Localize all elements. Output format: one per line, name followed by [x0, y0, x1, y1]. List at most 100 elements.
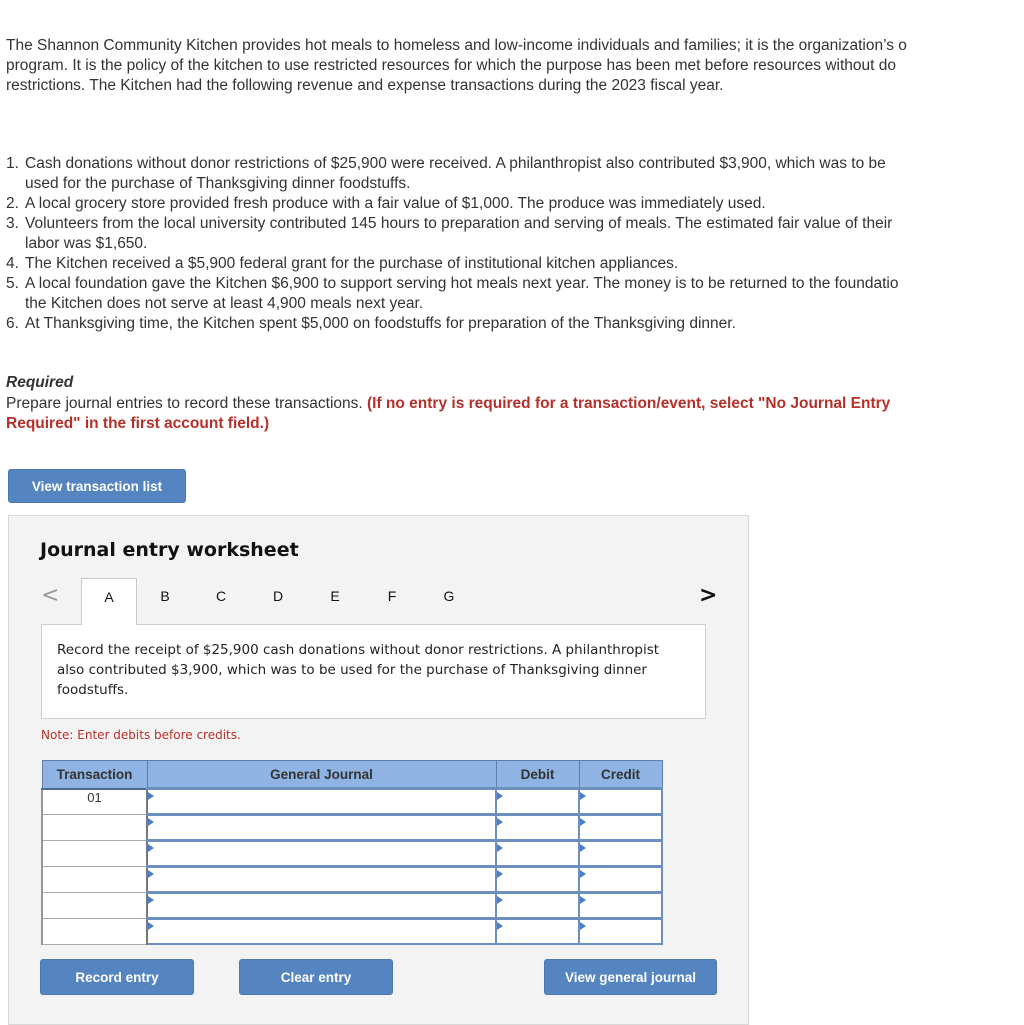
account-input[interactable] [148, 790, 495, 813]
item-text: A local grocery store provided fresh pro… [25, 195, 766, 212]
debit-field[interactable] [495, 891, 580, 920]
record-entry-button[interactable]: Record entry [40, 959, 194, 995]
account-input[interactable] [148, 816, 495, 839]
header-transaction: Transaction [41, 760, 148, 790]
intro-line: The Shannon Community Kitchen provides h… [6, 37, 907, 54]
transaction-number [41, 892, 148, 919]
credit-field[interactable] [578, 891, 663, 920]
tab-c[interactable]: C [193, 578, 249, 624]
account-field[interactable] [146, 839, 497, 868]
tab-g[interactable]: G [421, 578, 477, 624]
account-field[interactable] [146, 917, 497, 945]
clear-entry-button[interactable]: Clear entry [239, 959, 393, 995]
credit-input[interactable] [580, 790, 661, 813]
chevron-left-icon[interactable]: < [41, 583, 59, 608]
transaction-item: 2. A local grocery store provided fresh p… [6, 194, 1024, 214]
credit-field[interactable] [578, 787, 663, 816]
credit-field[interactable] [578, 839, 663, 868]
transaction-item: 1. Cash donations without donor restricti… [6, 154, 1024, 194]
dropdown-flag-icon [148, 896, 154, 904]
tab-b[interactable]: B [137, 578, 193, 624]
flag-icon [497, 818, 503, 826]
item-text: labor was $1,650. [25, 235, 148, 252]
transaction-item: 4. The Kitchen received a $5,900 federal … [6, 254, 1024, 274]
table-row [41, 839, 663, 868]
table-row [41, 917, 663, 945]
credit-input[interactable] [580, 920, 661, 943]
journal-entry-worksheet: Journal entry worksheet < A B C D E F G … [8, 515, 749, 1025]
worksheet-title: Journal entry worksheet [40, 539, 299, 561]
dropdown-flag-icon [148, 870, 154, 878]
intro-line: program. It is the policy of the kitchen… [6, 57, 896, 74]
credit-field[interactable] [578, 917, 663, 945]
entry-description: Record the receipt of $25,900 cash donat… [41, 624, 706, 719]
flag-icon [497, 792, 503, 800]
dropdown-flag-icon [148, 844, 154, 852]
dropdown-flag-icon [148, 818, 154, 826]
debit-field[interactable] [495, 813, 580, 842]
account-field[interactable] [146, 813, 497, 842]
flag-icon [497, 844, 503, 852]
tab-f[interactable]: F [364, 578, 420, 624]
required-note: Required" in the first account field.) [6, 415, 270, 432]
account-input[interactable] [148, 868, 495, 891]
debit-credit-note: Note: Enter debits before credits. [41, 728, 241, 742]
debit-input[interactable] [497, 842, 578, 865]
transaction-number [41, 918, 148, 945]
account-input[interactable] [148, 894, 495, 917]
item-text: The Kitchen received a $5,900 federal gr… [25, 255, 679, 272]
item-text: A local foundation gave the Kitchen $6,9… [25, 275, 899, 292]
credit-field[interactable] [578, 813, 663, 842]
item-number: 3. [6, 215, 19, 232]
flag-icon [497, 896, 503, 904]
credit-input[interactable] [580, 894, 661, 917]
flag-icon [580, 870, 586, 878]
transaction-number [41, 814, 148, 841]
credit-input[interactable] [580, 842, 661, 865]
flag-icon [580, 844, 586, 852]
item-number: 4. [6, 255, 19, 272]
debit-field[interactable] [495, 787, 580, 816]
item-text: used for the purchase of Thanksgiving di… [25, 175, 411, 192]
item-number: 6. [6, 315, 19, 332]
credit-field[interactable] [578, 865, 663, 894]
item-text: Volunteers from the local university con… [25, 215, 893, 232]
problem-intro: The Shannon Community Kitchen provides h… [6, 36, 1024, 96]
debit-input[interactable] [497, 868, 578, 891]
account-input[interactable] [148, 842, 495, 865]
debit-input[interactable] [497, 790, 578, 813]
account-field[interactable] [146, 891, 497, 920]
debit-field[interactable] [495, 917, 580, 945]
flag-icon [580, 896, 586, 904]
credit-input[interactable] [580, 816, 661, 839]
debit-input[interactable] [497, 816, 578, 839]
table-row: 01 [41, 787, 663, 816]
transaction-item: 6. At Thanksgiving time, the Kitchen spen… [6, 314, 1024, 334]
account-field[interactable] [146, 865, 497, 894]
tab-a[interactable]: A [81, 578, 137, 625]
tab-e[interactable]: E [307, 578, 363, 624]
header-credit: Credit [578, 760, 663, 790]
view-transaction-list-button[interactable]: View transaction list [8, 469, 186, 503]
account-input[interactable] [148, 920, 495, 943]
debit-input[interactable] [497, 894, 578, 917]
table-header-row: Transaction General Journal Debit Credit [41, 760, 663, 790]
account-field[interactable] [146, 787, 497, 816]
dropdown-flag-icon [148, 922, 154, 930]
flag-icon [497, 870, 503, 878]
journal-table: Transaction General Journal Debit Credit… [41, 760, 663, 945]
debit-input[interactable] [497, 920, 578, 943]
required-note: (If no entry is required for a transacti… [367, 395, 891, 412]
flag-icon [580, 818, 586, 826]
credit-input[interactable] [580, 868, 661, 891]
tab-d[interactable]: D [250, 578, 306, 624]
debit-field[interactable] [495, 839, 580, 868]
dropdown-flag-icon [148, 792, 154, 800]
header-debit: Debit [495, 760, 580, 790]
view-general-journal-button[interactable]: View general journal [544, 959, 717, 995]
debit-field[interactable] [495, 865, 580, 894]
transaction-number [41, 840, 148, 867]
table-row [41, 813, 663, 842]
table-row [41, 865, 663, 894]
chevron-right-icon[interactable]: > [699, 583, 717, 608]
